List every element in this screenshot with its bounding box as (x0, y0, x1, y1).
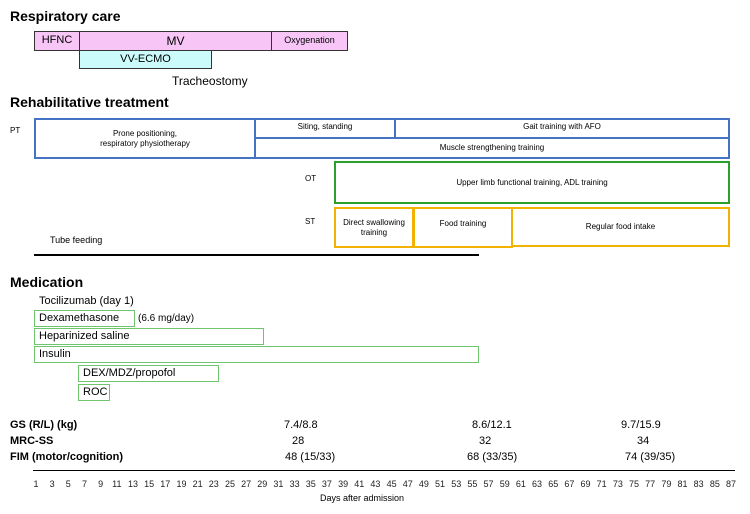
day-tick-7: 7 (81, 479, 87, 489)
gs-value-2: 8.6/12.1 (472, 419, 512, 431)
day-tick-1: 1 (33, 479, 39, 489)
day-tick-53: 53 (451, 479, 462, 489)
upper-limb-training-box: Upper limb functional training, ADL trai… (334, 161, 730, 204)
day-tick-11: 11 (112, 479, 122, 489)
day-tick-25: 25 (224, 479, 235, 489)
gs-label: GS (R/L) (kg) (10, 419, 78, 431)
pt-label: PT (10, 126, 21, 135)
day-tick-37: 37 (321, 479, 332, 489)
ot-label: OT (305, 174, 317, 183)
day-tick-83: 83 (693, 479, 704, 489)
day-tick-3: 3 (49, 479, 55, 489)
day-tick-13: 13 (127, 479, 138, 489)
gs-value-1: 7.4/8.8 (284, 419, 318, 431)
day-tick-9: 9 (98, 479, 104, 489)
day-tick-39: 39 (338, 479, 349, 489)
mrc-value-2: 32 (479, 435, 492, 447)
day-tick-29: 29 (257, 479, 268, 489)
day-tick-73: 73 (612, 479, 623, 489)
day-tick-87: 87 (725, 479, 737, 489)
day-tick-33: 33 (289, 479, 300, 489)
fim-value-3: 74 (39/35) (625, 451, 676, 463)
day-tick-79: 79 (661, 479, 672, 489)
roc-bar: ROC (78, 384, 110, 401)
respiratory-care-heading: Respiratory care (10, 8, 121, 24)
food-training-box: Food training (413, 207, 513, 248)
day-tick-43: 43 (370, 479, 381, 489)
tube-feeding-label: Tube feeding (50, 235, 103, 245)
st-label: ST (305, 217, 316, 226)
day-axis-label: Days after admission (320, 493, 405, 503)
day-tick-71: 71 (596, 479, 607, 489)
day-tick-49: 49 (418, 479, 429, 489)
mv-bar: MV (79, 31, 272, 51)
fim-value-1: 48 (15/33) (285, 451, 336, 463)
regular-food-box: Regular food intake (511, 207, 730, 247)
day-axis-ticks: 1 3 5 7 9 11 13 15 17 19 21 23 25 27 29 31 33 35 37 39 41 43 4… (0, 479, 750, 491)
direct-swallowing-box: Direct swallowing training (334, 207, 414, 248)
tocilizumab-label: Tocilizumab (day 1) (39, 295, 134, 307)
day-tick-41: 41 (354, 479, 365, 489)
day-tick-81: 81 (677, 479, 688, 489)
dexamethasone-dose: (6.6 mg/day) (138, 313, 195, 324)
day-tick-27: 27 (241, 479, 252, 489)
fim-value-2: 68 (33/35) (467, 451, 518, 463)
day-tick-19: 19 (176, 479, 187, 489)
mrc-value-3: 34 (637, 435, 650, 447)
dexamethasone-bar: Dexamethasone (34, 310, 135, 327)
oxygenation-bar: Oxygenation (271, 31, 348, 51)
day-tick-61: 61 (515, 479, 526, 489)
day-tick-65: 65 (548, 479, 559, 489)
day-tick-63: 63 (532, 479, 543, 489)
day-tick-45: 45 (386, 479, 397, 489)
day-tick-35: 35 (305, 479, 316, 489)
prone-positioning-box: Prone positioning, respiratory physiothe… (34, 118, 256, 159)
day-tick-59: 59 (499, 479, 510, 489)
day-tick-15: 15 (144, 479, 155, 489)
day-tick-5: 5 (65, 479, 71, 489)
tube-feeding-line (34, 254, 479, 256)
day-tick-75: 75 (629, 479, 640, 489)
sitting-standing-box: Siting, standing (254, 118, 396, 139)
day-axis-line (33, 470, 735, 471)
day-tick-47: 47 (402, 479, 413, 489)
day-tick-23: 23 (208, 479, 219, 489)
sedation-bar: DEX/MDZ/propofol (78, 365, 219, 382)
day-tick-77: 77 (645, 479, 656, 489)
gs-value-3: 9.7/15.9 (621, 419, 661, 431)
medication-heading: Medication (10, 274, 84, 290)
day-tick-69: 69 (580, 479, 591, 489)
muscle-strengthening-box: Muscle strengthening training (254, 137, 730, 159)
vv-ecmo-bar: VV-ECMO (79, 50, 212, 69)
gait-training-box: Gait training with AFO (394, 118, 730, 139)
day-tick-55: 55 (467, 479, 478, 489)
day-tick-17: 17 (160, 479, 171, 489)
heparin-bar: Heparinized saline (34, 328, 264, 345)
insulin-bar: Insulin (34, 346, 479, 363)
day-tick-51: 51 (435, 479, 446, 489)
day-tick-21: 21 (192, 479, 203, 489)
hfnc-bar: HFNC (34, 31, 80, 51)
rehabilitative-treatment-heading: Rehabilitative treatment (10, 94, 169, 110)
day-tick-57: 57 (483, 479, 494, 489)
day-tick-31: 31 (273, 479, 284, 489)
mrc-ss-label: MRC-SS (10, 435, 54, 447)
day-tick-67: 67 (564, 479, 575, 489)
mrc-value-1: 28 (292, 435, 305, 447)
tracheostomy-label: Tracheostomy (172, 74, 248, 88)
fim-label: FIM (motor/cognition) (10, 451, 124, 463)
day-tick-85: 85 (709, 479, 720, 489)
